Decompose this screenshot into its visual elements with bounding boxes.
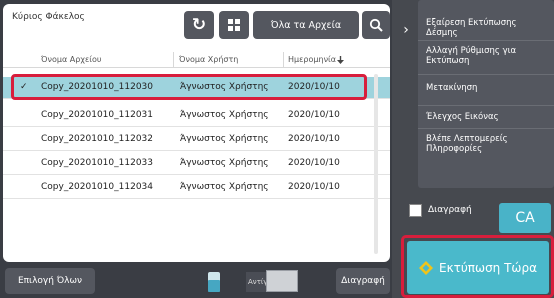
menu-divider <box>418 128 554 129</box>
print-now-label: Εκτύπωση Τώρα <box>438 260 538 275</box>
row-date: 2020/10/10 <box>288 110 340 120</box>
ca-button[interactable]: CA <box>499 203 551 233</box>
col-header-date[interactable]: Ημερομηνία <box>288 55 345 64</box>
menu-divider <box>418 105 554 106</box>
row-date: 2020/10/10 <box>288 134 340 144</box>
grid-view-icon <box>228 19 240 31</box>
menu-item-move[interactable]: Μετακίνηση <box>426 83 546 93</box>
column-divider <box>173 52 174 68</box>
copies-input[interactable] <box>266 270 298 292</box>
delete-checkbox[interactable] <box>409 204 422 217</box>
row-username: Άγνωστος Χρήστης <box>180 134 269 144</box>
select-all-button[interactable]: Επιλογή Όλων <box>5 268 95 294</box>
table-row[interactable]: Copy_20201010_112034 Άγνωστος Χρήστης 20… <box>3 177 390 199</box>
search-button[interactable] <box>362 11 390 39</box>
menu-item-change-print-setting[interactable]: Αλλαγή Ρύθμισης για Εκτύπωση <box>426 46 546 66</box>
table-row[interactable]: Copy_20201010_112032 Άγνωστος Χρήστης 20… <box>3 129 390 151</box>
scroll-thumb-icon[interactable] <box>369 70 383 258</box>
refresh-icon: ↻ <box>191 15 207 35</box>
row-username: Άγνωστος Χρήστης <box>180 158 269 168</box>
print-now-button[interactable]: Εκτύπωση Τώρα <box>407 241 549 294</box>
column-header: Όνομα Αρχείου Όνομα Χρήστη Ημερομηνία <box>3 52 390 68</box>
delete-checkbox-label: Διαγραφή <box>428 205 472 215</box>
row-filename: Copy_20201010_112031 <box>41 110 153 120</box>
delete-button[interactable]: Διαγραφή <box>336 268 390 294</box>
table-row[interactable]: Copy_20201010_112033 Άγνωστος Χρήστης 20… <box>3 153 390 175</box>
menu-divider <box>418 40 554 41</box>
collapse-arrow-icon[interactable]: › <box>395 0 417 60</box>
search-icon <box>369 18 383 32</box>
column-divider <box>283 52 284 68</box>
file-filter-button[interactable]: Όλα τα Αρχεία <box>253 11 359 39</box>
table-row[interactable]: Copy_20201010_112031 Άγνωστος Χρήστης 20… <box>3 105 390 127</box>
menu-item-exclude-batch-print[interactable]: Εξαίρεση Εκτύπωσης Δέσμης <box>426 18 546 38</box>
row-username: Άγνωστος Χρήστης <box>180 182 269 192</box>
sort-desc-icon <box>337 55 345 64</box>
refresh-button[interactable]: ↻ <box>184 11 214 39</box>
row-filename: Copy_20201010_112033 <box>41 158 153 168</box>
row-date: 2020/10/10 <box>288 158 340 168</box>
menu-item-detailed-info[interactable]: Βλέπε Λεπτομερείς Πληροφορίες <box>426 134 546 154</box>
menu-item-image-check[interactable]: Έλεγχος Εικόνας <box>426 112 546 122</box>
row-filename: Copy_20201010_112032 <box>41 134 153 144</box>
row-date: 2020/10/10 <box>288 182 340 192</box>
selection-highlight-outline <box>11 74 367 100</box>
print-diamond-icon <box>418 260 433 275</box>
col-header-filename[interactable]: Όνομα Αρχείου <box>41 55 102 64</box>
toner-bottle-icon <box>208 272 220 292</box>
row-username: Άγνωστος Χρήστης <box>180 110 269 120</box>
row-filename: Copy_20201010_112034 <box>41 182 153 192</box>
folder-label: Κύριος Φάκελος <box>12 12 85 22</box>
col-header-username[interactable]: Όνομα Χρήστη <box>179 55 238 64</box>
view-toggle-button[interactable] <box>219 11 249 39</box>
menu-divider <box>418 74 554 75</box>
col-header-date-label: Ημερομηνία <box>288 55 337 64</box>
